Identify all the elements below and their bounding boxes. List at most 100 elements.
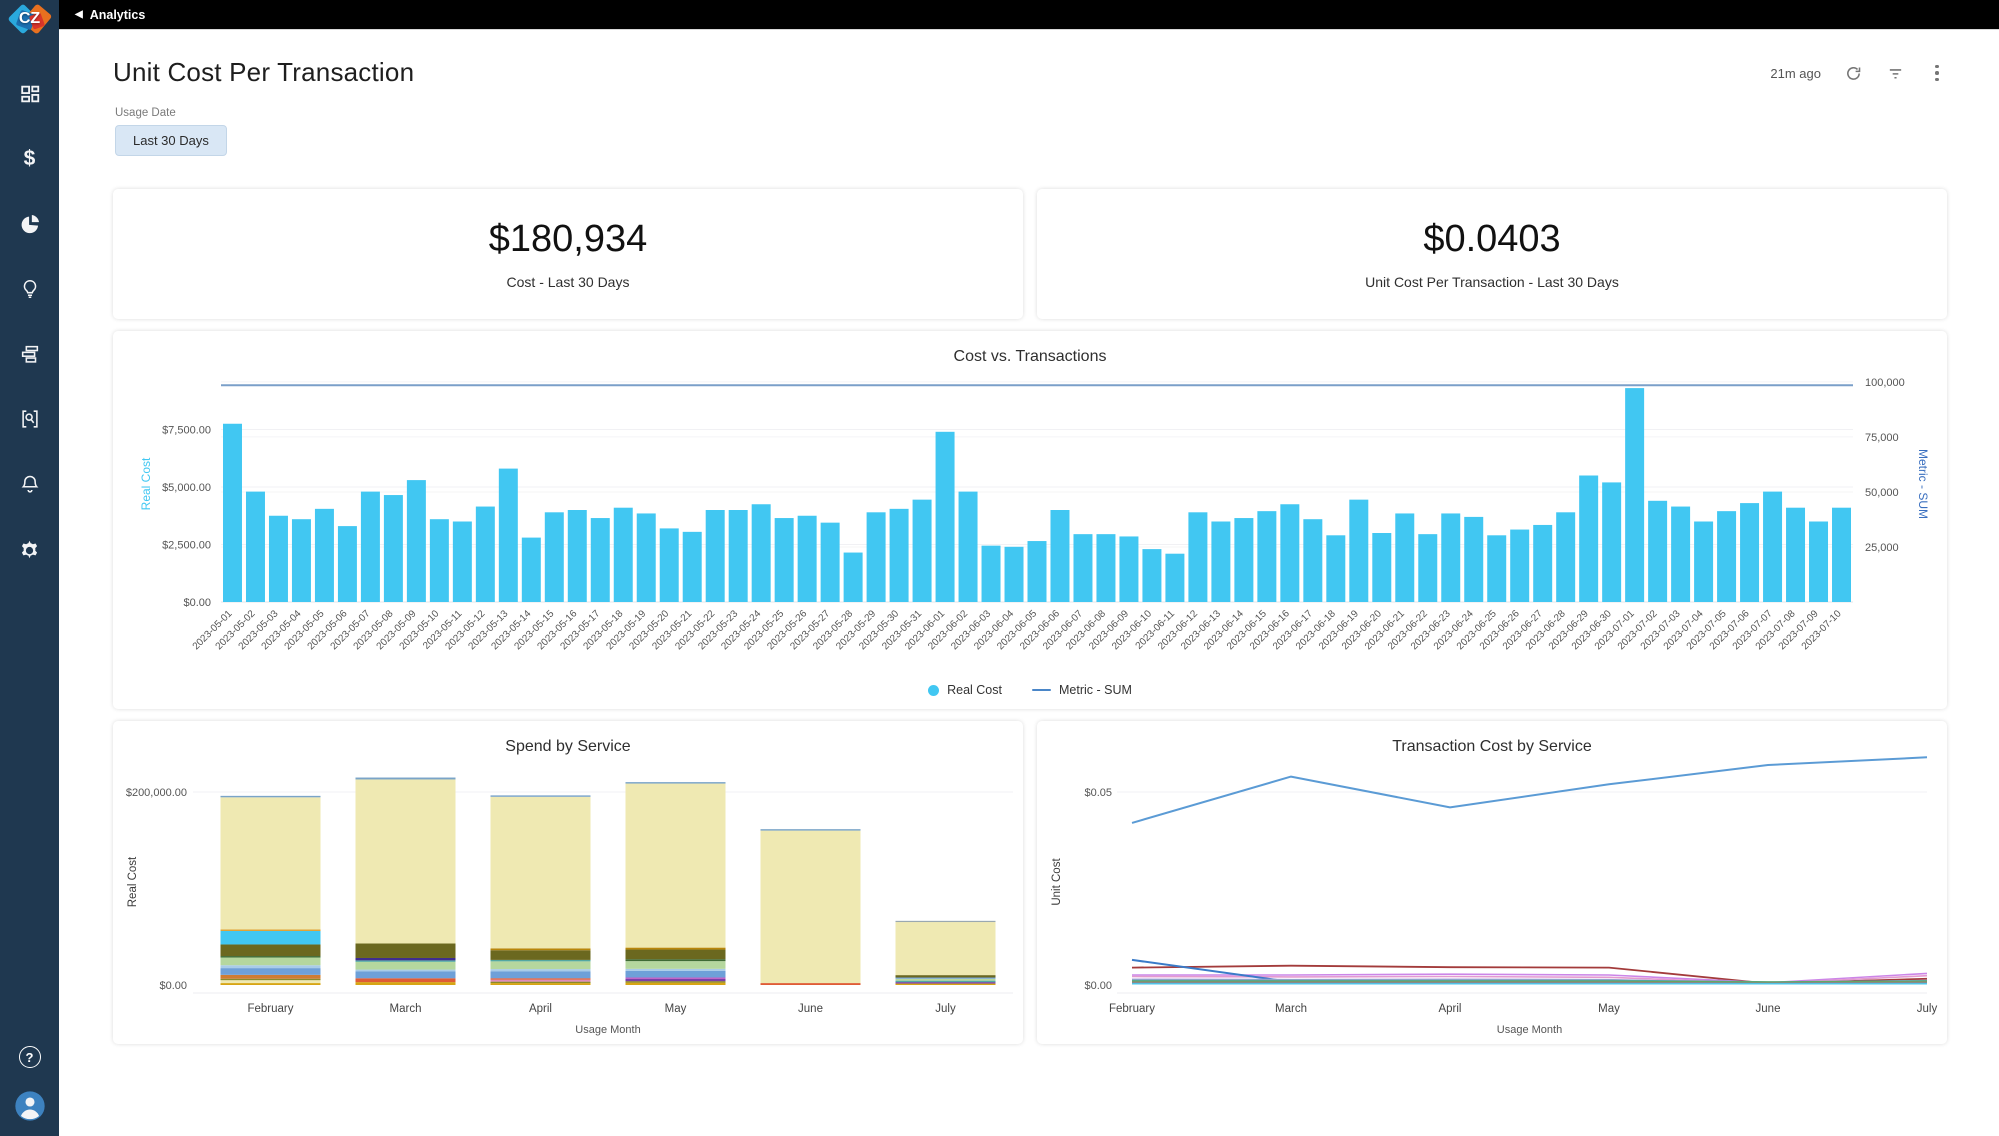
- bar[interactable]: [752, 504, 771, 602]
- legend-item-metric-sum[interactable]: Metric - SUM: [1032, 683, 1132, 697]
- help-icon[interactable]: ?: [19, 1046, 41, 1068]
- bar[interactable]: [315, 509, 334, 602]
- stack-segment[interactable]: [896, 982, 996, 983]
- stack-segment[interactable]: [491, 969, 591, 971]
- stack-segment[interactable]: [221, 944, 321, 956]
- bar[interactable]: [936, 432, 955, 602]
- stack-segment[interactable]: [356, 958, 456, 960]
- stack-segment[interactable]: [491, 960, 591, 961]
- stack-segment[interactable]: [356, 779, 456, 943]
- bar[interactable]: [637, 513, 656, 602]
- bar[interactable]: [1786, 508, 1805, 602]
- stack-segment[interactable]: [626, 959, 726, 961]
- stack-segment[interactable]: [491, 961, 591, 969]
- stack-segment[interactable]: [491, 971, 591, 978]
- pie-chart-icon[interactable]: [18, 212, 42, 236]
- bell-icon[interactable]: [18, 472, 42, 496]
- stack-segment[interactable]: [896, 975, 996, 977]
- bar[interactable]: [844, 553, 863, 602]
- bar[interactable]: [821, 523, 840, 602]
- stack-segment[interactable]: [221, 975, 321, 979]
- user-avatar[interactable]: [14, 1090, 46, 1122]
- bar[interactable]: [1395, 513, 1414, 602]
- stack-segment[interactable]: [491, 980, 591, 982]
- cloudzero-logo[interactable]: CZ: [9, 2, 51, 38]
- list-bars-icon[interactable]: [18, 342, 42, 366]
- bar[interactable]: [1028, 541, 1047, 602]
- stack-segment[interactable]: [356, 971, 456, 978]
- bar[interactable]: [982, 546, 1001, 602]
- bar[interactable]: [269, 516, 288, 602]
- bar[interactable]: [1671, 507, 1690, 602]
- stack-segment[interactable]: [491, 795, 591, 796]
- bar[interactable]: [246, 492, 265, 602]
- stack-segment[interactable]: [626, 981, 726, 982]
- kebab-menu-icon[interactable]: [1927, 63, 1947, 83]
- stack-segment[interactable]: [626, 784, 726, 948]
- bar[interactable]: [430, 519, 449, 602]
- stack-segment[interactable]: [221, 957, 321, 965]
- stack-segment[interactable]: [626, 969, 726, 971]
- bar[interactable]: [1280, 504, 1299, 602]
- bar[interactable]: [1349, 500, 1368, 602]
- stack-segment[interactable]: [626, 983, 726, 985]
- stack-segment[interactable]: [221, 930, 321, 931]
- bar[interactable]: [591, 518, 610, 602]
- stack-segment[interactable]: [221, 956, 321, 957]
- stack-segment[interactable]: [761, 831, 861, 983]
- stack-segment[interactable]: [356, 982, 456, 985]
- bar[interactable]: [798, 516, 817, 602]
- bar[interactable]: [1211, 522, 1230, 603]
- bar[interactable]: [338, 526, 357, 602]
- bar[interactable]: [706, 510, 725, 602]
- bar[interactable]: [1740, 503, 1759, 602]
- stack-segment[interactable]: [356, 970, 456, 972]
- bar[interactable]: [1005, 547, 1024, 602]
- stack-segment[interactable]: [491, 982, 591, 983]
- stack-segment[interactable]: [491, 978, 591, 979]
- stack-segment[interactable]: [761, 829, 861, 830]
- bar[interactable]: [1832, 508, 1851, 602]
- stack-segment[interactable]: [896, 981, 996, 982]
- stack-segment[interactable]: [626, 961, 726, 969]
- bar[interactable]: [568, 510, 587, 602]
- stack-segment[interactable]: [896, 921, 996, 922]
- stack-segment[interactable]: [221, 797, 321, 929]
- bar[interactable]: [1441, 513, 1460, 602]
- stack-segment[interactable]: [626, 979, 726, 981]
- bar[interactable]: [453, 522, 472, 603]
- stack-segment[interactable]: [356, 778, 456, 780]
- bar[interactable]: [407, 480, 426, 602]
- date-range-button[interactable]: Last 30 Days: [115, 125, 227, 156]
- bar[interactable]: [361, 492, 380, 602]
- scope-brackets-icon[interactable]: [18, 407, 42, 431]
- stack-segment[interactable]: [221, 979, 321, 980]
- bar[interactable]: [1763, 492, 1782, 602]
- stack-segment[interactable]: [626, 782, 726, 783]
- bar[interactable]: [1533, 525, 1552, 602]
- series-line[interactable]: [1132, 982, 1927, 983]
- bar[interactable]: [1809, 522, 1828, 603]
- stack-segment[interactable]: [221, 931, 321, 945]
- bar[interactable]: [660, 528, 679, 602]
- bar[interactable]: [1165, 554, 1184, 602]
- bar[interactable]: [1648, 501, 1667, 602]
- stack-segment[interactable]: [626, 948, 726, 950]
- stack-segment[interactable]: [491, 950, 591, 960]
- stack-segment[interactable]: [221, 968, 321, 975]
- stack-segment[interactable]: [626, 971, 726, 978]
- stack-segment[interactable]: [896, 984, 996, 985]
- bar[interactable]: [1694, 522, 1713, 603]
- stack-segment[interactable]: [626, 978, 726, 979]
- bar[interactable]: [1096, 534, 1115, 602]
- refresh-icon[interactable]: [1843, 63, 1863, 83]
- bar[interactable]: [1326, 535, 1345, 602]
- stack-segment[interactable]: [356, 962, 456, 970]
- bar[interactable]: [1188, 512, 1207, 602]
- bar[interactable]: [384, 495, 403, 602]
- stack-segment[interactable]: [491, 948, 591, 950]
- stack-segment[interactable]: [896, 978, 996, 979]
- bar[interactable]: [959, 492, 978, 602]
- stack-segment[interactable]: [221, 965, 321, 968]
- bar[interactable]: [1510, 530, 1529, 602]
